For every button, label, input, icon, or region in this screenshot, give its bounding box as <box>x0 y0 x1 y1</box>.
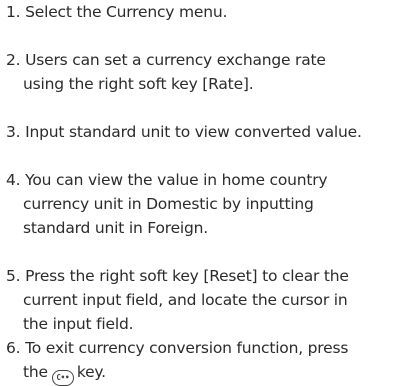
step-4-number: 4. <box>6 171 21 189</box>
step-6-line-1: 6. To exit currency conversion function,… <box>6 336 416 360</box>
clear-key-icon: C•• <box>51 370 74 386</box>
step-5-line-3: the input field. <box>23 315 134 333</box>
step-5-line-1: 5. Press the right soft key [Reset] to c… <box>6 264 416 288</box>
step-6-number: 6. <box>6 339 21 357</box>
step-2-line-2: using the right soft key [Rate]. <box>23 75 254 93</box>
step-4-line-3: standard unit in Foreign. <box>23 219 209 237</box>
step-6-line-2: the C•• key. <box>6 360 416 386</box>
step-4: 4. You can view the value in home countr… <box>6 168 416 240</box>
step-6: 6. To exit currency conversion function,… <box>6 336 416 386</box>
step-2-number: 2. <box>6 51 21 69</box>
step-3-line-1: 3. Input standard unit to view converted… <box>6 120 416 144</box>
step-2-line-1: 2. Users can set a currency exchange rat… <box>6 48 416 72</box>
step-4-line-1: 4. You can view the value in home countr… <box>6 168 416 192</box>
step-3: 3. Input standard unit to view converted… <box>6 120 416 144</box>
step-1-number: 1. <box>6 3 21 21</box>
step-3-number: 3. <box>6 123 21 141</box>
step-4-line-2: currency unit in Domestic by inputting <box>23 195 314 213</box>
step-1-line-1: 1. Select the Currency menu. <box>6 0 416 24</box>
step-1: 1. Select the Currency menu. <box>6 0 416 24</box>
step-2: 2. Users can set a currency exchange rat… <box>6 48 416 96</box>
step-5-line-2: current input field, and locate the curs… <box>23 291 348 309</box>
step-5-number: 5. <box>6 267 21 285</box>
step-5: 5. Press the right soft key [Reset] to c… <box>6 264 416 336</box>
